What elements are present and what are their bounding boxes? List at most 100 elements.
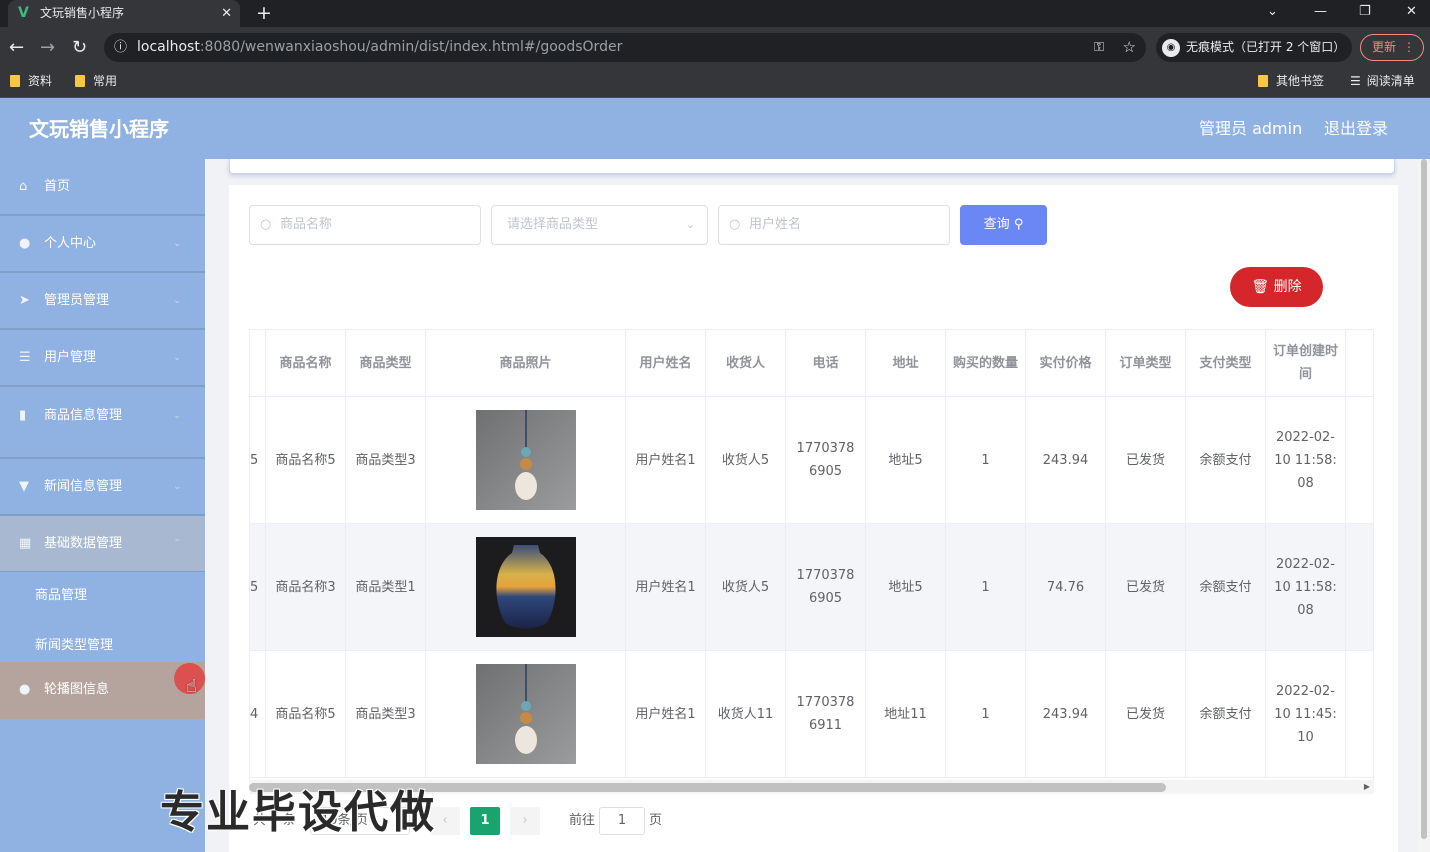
query-button[interactable]: 查询 ⚲ xyxy=(960,205,1047,245)
incognito-indicator[interactable]: ◉ 无痕模式（已打开 2 个窗口） xyxy=(1156,33,1352,62)
address-cell: 地址11 xyxy=(866,651,946,778)
url-host: localhost xyxy=(137,39,200,55)
page-number-active[interactable]: 1 xyxy=(470,807,500,835)
other-bookmarks[interactable]: 其他书签 xyxy=(1258,68,1324,94)
incognito-icon: ◉ xyxy=(1162,39,1180,57)
goods-name-input[interactable]: ○ 商品名称 xyxy=(249,205,481,245)
reading-list[interactable]: ☰ 阅读清单 xyxy=(1350,68,1415,94)
receiver-cell: 收货人5 xyxy=(706,524,786,651)
sidebar-item-goods-info[interactable]: ▮ 商品信息管理 ⌄ xyxy=(0,387,205,459)
phone-cell: 17703786905 xyxy=(786,524,866,651)
bookmark-star-icon[interactable]: ☆ xyxy=(1123,33,1136,62)
receiver-cell: 收货人11 xyxy=(706,651,786,778)
forward-icon[interactable]: → xyxy=(40,27,55,68)
goods-photo-cell xyxy=(426,524,626,651)
sidebar-item-home[interactable]: ⌂ 首页 xyxy=(0,159,205,216)
address-bar[interactable]: ⓘ localhost:8080/wenwanxiaoshou/admin/di… xyxy=(104,33,1146,62)
bar-chart-icon: ▮ xyxy=(19,408,27,423)
page-vertical-scrollbar[interactable] xyxy=(1418,159,1430,852)
column-header: 支付类型 xyxy=(1186,330,1266,397)
sidebar: ⌂ 首页 ● 个人中心 ⌄ ➤ 管理员管理 ⌄ ☰ 用户管理 ⌄ ▮ 商品信息管… xyxy=(0,159,205,852)
pendant-image[interactable] xyxy=(475,664,576,764)
next-page-button[interactable]: › xyxy=(510,807,540,835)
column-header: 用户姓名 xyxy=(626,330,706,397)
chevron-down-icon: ⌄ xyxy=(173,238,182,249)
goto-label: 前往 xyxy=(569,813,596,828)
pay-type-cell: 余额支付 xyxy=(1186,397,1266,524)
reload-icon[interactable]: ↻ xyxy=(72,27,87,68)
search-icon: ○ xyxy=(729,217,741,232)
restore-icon[interactable]: ❐ xyxy=(1359,0,1371,24)
chevron-up-icon: ⌃ xyxy=(173,538,182,549)
actions-cell xyxy=(1346,651,1373,778)
created-time-cell: 2022-02-10 11:45:10 xyxy=(1266,651,1346,778)
sidebar-subitem-goods[interactable]: 商品管理 xyxy=(0,572,205,620)
chevron-down-icon: ⌄ xyxy=(173,295,182,306)
quantity-cell: 1 xyxy=(946,524,1026,651)
home-icon: ⌂ xyxy=(19,179,28,194)
bookmark-folder[interactable]: 常用 xyxy=(75,68,117,94)
goods-photo-cell xyxy=(426,397,626,524)
sidebar-item-user-management[interactable]: ☰ 用户管理 ⌄ xyxy=(0,330,205,387)
address-cell: 地址5 xyxy=(866,397,946,524)
folder-icon xyxy=(1258,75,1268,87)
logout-link[interactable]: 退出登录 xyxy=(1324,98,1388,160)
orders-table: 商品名称 商品类型 商品照片 用户姓名 收货人 电话 地址 购买的数量 实付价格… xyxy=(249,329,1374,789)
goto-page-input[interactable]: 1 xyxy=(599,807,645,835)
vase-image[interactable] xyxy=(475,537,576,637)
user-icon: ● xyxy=(19,682,31,697)
main-area: ○ 商品名称 请选择商品类型 ⌄ ○ 用户姓名 查询 ⚲ 🗑 删除 商品名称 商… xyxy=(205,159,1430,852)
scrollbar-thumb[interactable] xyxy=(1421,159,1427,839)
hand-cursor-icon: ☝ xyxy=(186,676,197,697)
user-name-cell: 用户姓名1 xyxy=(626,524,706,651)
sidebar-item-base-data[interactable]: ▦ 基础数据管理 ⌃ xyxy=(0,516,205,573)
chevron-down-icon: ⌄ xyxy=(173,352,182,363)
created-time-cell: 2022-02-10 11:58:08 xyxy=(1266,524,1346,651)
new-tab-icon[interactable]: + xyxy=(256,0,272,26)
goods-name-cell: 商品名称5 xyxy=(266,651,346,778)
browser-tab[interactable]: V 文玩销售小程序 ✕ xyxy=(8,0,240,27)
sidebar-item-personal-center[interactable]: ● 个人中心 ⌄ xyxy=(0,216,205,273)
sidebar-item-carousel[interactable]: ● 轮播图信息 xyxy=(0,662,205,719)
column-header: 商品名称 xyxy=(266,330,346,397)
thumb-icon: ▼ xyxy=(19,479,29,494)
phone-cell: 17703786905 xyxy=(786,397,866,524)
phone-cell: 17703786911 xyxy=(786,651,866,778)
trash-icon: 🗑 xyxy=(1251,279,1270,295)
address-cell: 地址5 xyxy=(866,524,946,651)
minimize-icon[interactable]: — xyxy=(1314,0,1327,24)
tab-search-icon[interactable]: ⌄ xyxy=(1267,0,1278,24)
close-tab-icon[interactable]: ✕ xyxy=(221,0,232,27)
goods-type-select[interactable]: 请选择商品类型 ⌄ xyxy=(491,205,708,245)
column-header: 订单创建时间 xyxy=(1266,330,1346,397)
close-window-icon[interactable]: ✕ xyxy=(1406,0,1417,24)
browser-toolbar: ← → ↻ ⓘ localhost:8080/wenwanxiaoshou/ad… xyxy=(0,27,1430,68)
url-path: :8080/wenwanxiaoshou/admin/dist/index.ht… xyxy=(199,39,623,55)
update-button[interactable]: 更新 ⋮ xyxy=(1360,34,1424,61)
bookmark-folder[interactable]: 资料 xyxy=(10,68,52,94)
kebab-menu-icon[interactable]: ⋮ xyxy=(1403,35,1415,60)
receiver-cell: 收货人5 xyxy=(706,397,786,524)
sidebar-item-news-info[interactable]: ▼ 新闻信息管理 ⌄ xyxy=(0,459,205,516)
sidebar-item-admin-management[interactable]: ➤ 管理员管理 ⌄ xyxy=(0,273,205,330)
pendant-image[interactable] xyxy=(475,410,576,510)
goods-type-cell: 商品类型1 xyxy=(346,524,426,651)
scroll-right-icon[interactable]: ▶ xyxy=(1364,780,1370,794)
actions-cell xyxy=(1346,397,1373,524)
app-title: 文玩销售小程序 xyxy=(29,117,169,141)
key-icon[interactable]: ⚿ xyxy=(1094,33,1104,62)
user-name-input[interactable]: ○ 用户姓名 xyxy=(718,205,950,245)
delete-button[interactable]: 🗑 删除 xyxy=(1230,267,1323,307)
grid-icon: ▦ xyxy=(19,536,32,551)
price-cell: 74.76 xyxy=(1026,524,1106,651)
site-info-icon[interactable]: ⓘ xyxy=(114,33,127,62)
user-name-cell: 用户姓名1 xyxy=(626,397,706,524)
back-icon[interactable]: ← xyxy=(9,27,24,68)
quantity-cell: 1 xyxy=(946,651,1026,778)
goods-photo-cell xyxy=(426,651,626,778)
incognito-label: 无痕模式（已打开 2 个窗口） xyxy=(1186,40,1346,54)
actions-cell xyxy=(1346,524,1373,651)
order-panel: ○ 商品名称 请选择商品类型 ⌄ ○ 用户姓名 查询 ⚲ 🗑 删除 商品名称 商… xyxy=(229,185,1398,852)
admin-user-label: 管理员 admin xyxy=(1199,119,1303,138)
row-id-cell: 5 xyxy=(250,397,266,524)
